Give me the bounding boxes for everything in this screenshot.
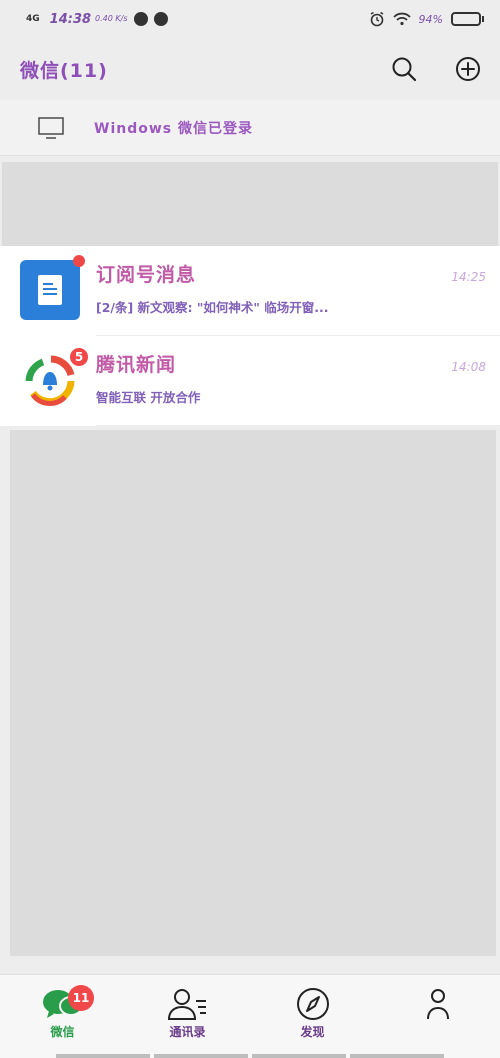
redacted-list-area — [10, 430, 496, 956]
chat-preview: 智能互联 开放合作 — [96, 390, 201, 405]
network-indicator: 4G — [26, 14, 40, 24]
tab-discover[interactable]: 发现 — [250, 975, 375, 1058]
chat-name: 订阅号消息 — [96, 264, 197, 286]
bottom-tab-bar: 11 微信 通讯录 发现 — [0, 974, 500, 1058]
contacts-icon — [167, 989, 206, 1020]
page-title: 微信(11) — [20, 59, 108, 82]
sync-notification-icon — [153, 12, 168, 26]
chat-list: 订阅号消息 14:25 [2/条] 新文观察: "如何神术" 临场开窗... 5… — [0, 246, 500, 426]
monitor-icon — [38, 116, 64, 139]
chat-time: 14:25 — [451, 270, 486, 284]
chat-item-tencent-news[interactable]: 5 腾讯新闻 14:08 智能互联 开放合作 — [0, 336, 500, 426]
status-right: 94% — [369, 11, 484, 27]
desktop-login-banner[interactable]: Windows 微信已登录 — [0, 100, 500, 156]
compass-icon — [296, 988, 329, 1020]
home-indicator — [0, 1054, 500, 1058]
search-icon[interactable] — [390, 55, 418, 83]
person-icon — [426, 989, 449, 1020]
chat-time: 14:08 — [451, 360, 486, 374]
tab-unread-badge: 11 — [68, 985, 94, 1011]
tab-label: 通讯录 — [169, 1025, 206, 1039]
message-notification-icon — [133, 12, 148, 26]
chat-name: 腾讯新闻 — [96, 354, 177, 376]
network-speed: 0.40 K/s — [95, 14, 128, 23]
battery-percent: 94% — [418, 12, 443, 26]
alarm-icon — [370, 11, 383, 27]
tab-label: 发现 — [300, 1025, 325, 1039]
tab-me[interactable] — [375, 975, 500, 1058]
status-bar: 4G 14:38 0.40 K/s 94% — [0, 0, 500, 38]
tencent-news-avatar: 5 — [20, 346, 90, 410]
wifi-icon — [392, 12, 411, 26]
login-banner-text: Windows 微信已登录 — [94, 120, 253, 137]
subscription-avatar — [20, 255, 85, 320]
chat-preview: [2/条] 新文观察: "如何神术" 临场开窗... — [96, 300, 329, 315]
plus-circle-icon[interactable] — [454, 55, 482, 83]
unread-dot — [73, 255, 85, 267]
tab-label: 微信 — [50, 1025, 75, 1039]
app-header: 微信(11) — [0, 38, 500, 100]
redacted-chat-block — [2, 162, 498, 246]
tab-contacts[interactable]: 通讯录 — [125, 975, 250, 1058]
battery-icon — [451, 12, 484, 26]
unread-badge: 5 — [68, 346, 90, 368]
tab-chats[interactable]: 11 微信 — [0, 975, 125, 1058]
status-time: 14:38 — [49, 11, 92, 27]
subscription-icon — [38, 275, 62, 305]
chat-item-subscriptions[interactable]: 订阅号消息 14:25 [2/条] 新文观察: "如何神术" 临场开窗... — [0, 246, 500, 336]
